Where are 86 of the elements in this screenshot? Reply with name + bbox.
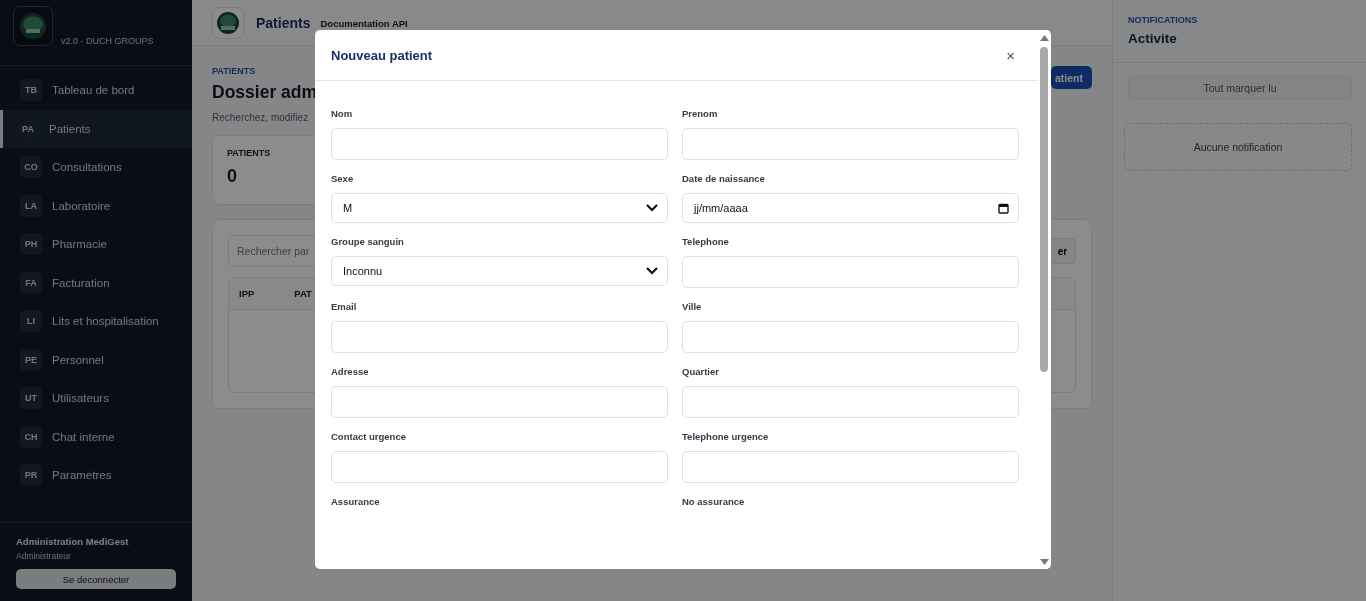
nav-abbr-badge: LA [20, 194, 42, 217]
search-button[interactable]: er [1049, 238, 1076, 264]
nav-item[interactable]: CO Consultations [0, 148, 192, 187]
nav-label: Tableau de bord [52, 84, 135, 97]
user-role: Administrateur [16, 551, 72, 561]
nav-abbr-badge: UT [20, 387, 42, 410]
input-field[interactable] [331, 321, 668, 353]
nav-item[interactable]: PR Parametres [0, 456, 192, 495]
field-label: Assurance [331, 496, 381, 509]
close-button[interactable]: × [1004, 46, 1017, 64]
nav-item[interactable]: LI Lits et hospitalisation [0, 302, 192, 341]
field-label: Groupe sanguin [331, 236, 405, 249]
input-field[interactable] [682, 321, 1019, 353]
input-field[interactable] [682, 256, 1019, 288]
page-heading: Dossier adm [212, 82, 318, 103]
select-field[interactable]: M [331, 193, 668, 223]
nav-item[interactable]: CH Chat interne [0, 417, 192, 456]
nav-abbr-badge: TB [20, 79, 42, 102]
field-label: No assurance [682, 496, 746, 509]
nav-label: Patients [49, 122, 91, 135]
page-subtitle: Recherchez, modifiez [212, 112, 310, 123]
nav-item[interactable]: TB Tableau de bord [0, 71, 192, 110]
nav-label: Facturation [52, 276, 110, 289]
input-field[interactable] [331, 128, 668, 160]
nav-item[interactable]: PA Patients [0, 109, 192, 148]
scrollbar-thumb[interactable] [1040, 47, 1048, 372]
field-label: Telephone [682, 236, 730, 249]
input-field[interactable] [682, 128, 1019, 160]
user-name: Administration MediGest [16, 536, 130, 547]
field-label: Date de naissance [682, 173, 766, 186]
nav-abbr-badge: PH [20, 233, 42, 256]
chevron-down-icon [646, 267, 658, 275]
nav-abbr-badge: PE [20, 348, 42, 371]
field-label: Quartier [682, 366, 720, 379]
field-label: Nom [331, 108, 354, 121]
input-field[interactable] [331, 386, 668, 418]
field-label: Email [331, 301, 358, 314]
scrollbar[interactable] [1038, 30, 1050, 569]
nav-abbr-badge: PR [20, 464, 42, 487]
calendar-icon [998, 202, 1009, 214]
nav-abbr-badge: CO [20, 156, 42, 179]
dialog-title: Nouveau patient [331, 47, 433, 63]
notifications-eyebrow: NOTIFICATIONS [1128, 15, 1199, 25]
nav-label: Utilisateurs [52, 392, 109, 405]
mark-all-read-button[interactable]: Tout marquer lu [1128, 75, 1352, 100]
nav-abbr-badge: LI [20, 310, 42, 333]
select-field[interactable]: Inconnu [331, 256, 668, 286]
input-field[interactable] [682, 451, 1019, 483]
nav-label: Laboratoire [52, 199, 111, 212]
logout-button[interactable]: Se deconnecter [16, 569, 176, 589]
nav-label: Chat interne [52, 430, 115, 443]
scroll-up-icon [1039, 35, 1049, 41]
field-label: Ville [682, 301, 703, 314]
nav-label: Personnel [52, 353, 104, 366]
nav-item[interactable]: UT Utilisateurs [0, 379, 192, 418]
nav-item[interactable]: LA Laboratoire [0, 186, 192, 225]
empty-notifications: Aucune notification [1124, 123, 1352, 171]
nav-label: Pharmacie [52, 238, 107, 251]
new-patient-button[interactable]: atient [1051, 66, 1092, 89]
nav-abbr-badge: CH [20, 425, 42, 448]
version-label: v2.0 - DUCH GROUPS [61, 36, 154, 46]
input-field[interactable] [682, 386, 1019, 418]
scroll-down-icon [1039, 559, 1049, 565]
documentation-link[interactable]: Documentation API [320, 18, 408, 29]
field-label: Contact urgence [331, 431, 407, 444]
notifications-title: Activite [1128, 31, 1178, 46]
nav-abbr-badge: FA [20, 271, 42, 294]
field-label: Telephone urgence [682, 431, 770, 444]
nav-item[interactable]: PE Personnel [0, 340, 192, 379]
nav-item[interactable]: PH Pharmacie [0, 225, 192, 264]
section-eyebrow: PATIENTS [212, 66, 257, 76]
column-header: IPP [239, 288, 255, 299]
page-title: Patients [256, 14, 311, 31]
nav-label: Consultations [52, 161, 122, 174]
input-field[interactable] [331, 451, 668, 483]
chevron-down-icon [646, 204, 658, 212]
field-label: Adresse [331, 366, 370, 379]
nav-item[interactable]: FA Facturation [0, 263, 192, 302]
field-label: Sexe [331, 173, 355, 186]
stat-label: PATIENTS [227, 148, 271, 158]
column-header: PAT [294, 288, 312, 299]
date-field[interactable]: jj/mm/aaaa [682, 193, 1019, 223]
field-label: Prenom [682, 108, 719, 121]
nav-label: Lits et hospitalisation [52, 315, 159, 328]
stat-value: 0 [227, 166, 237, 187]
nav-label: Parametres [52, 469, 112, 482]
